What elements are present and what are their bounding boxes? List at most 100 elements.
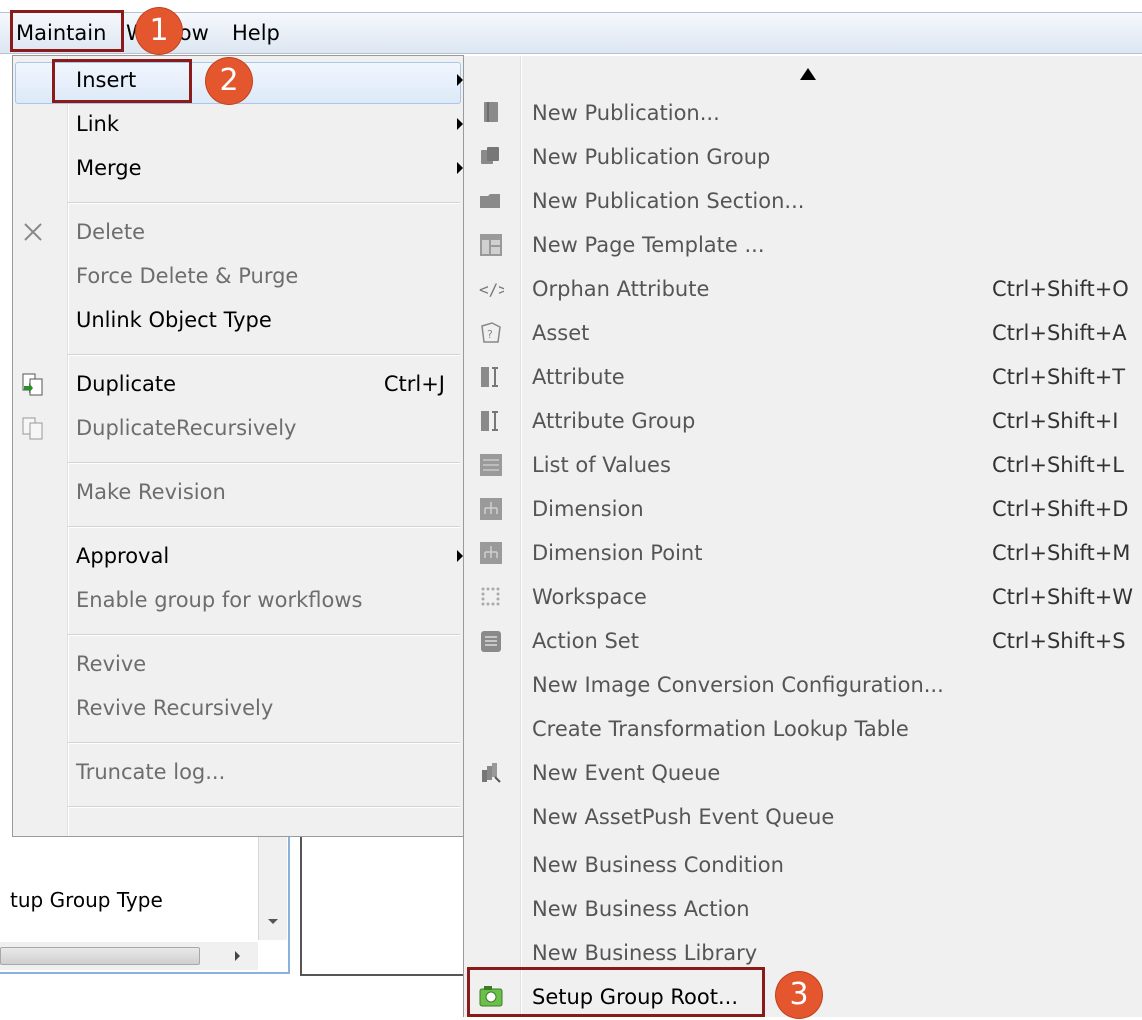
menu-item-label: Link: [76, 112, 120, 136]
callout-box-setup-group-root: [467, 967, 765, 1017]
attribute-group-icon: [481, 411, 498, 431]
vertical-scrollbar[interactable]: [258, 836, 287, 940]
submenu-item[interactable]: Attribute Ctrl+Shift+T: [464, 356, 1142, 400]
submenu-item[interactable]: New Image Conversion Configuration...: [464, 664, 1142, 708]
submenu-item[interactable]: New Publication...: [464, 92, 1142, 136]
menu-item-delete[interactable]: Delete: [13, 212, 463, 252]
asset-icon: ?: [481, 322, 501, 343]
submenu-item-label: Action Set: [532, 629, 639, 653]
submenu-item[interactable]: Dimension Point Ctrl+Shift+M: [464, 532, 1142, 576]
menu-item-force-delete[interactable]: Force Delete & Purge: [13, 256, 463, 296]
submenu-item[interactable]: New Page Template ...: [464, 224, 1142, 268]
menu-item-label: Unlink Object Type: [76, 308, 272, 332]
submenu-item-label: New Page Template ...: [532, 233, 765, 257]
menu-separator: [68, 202, 460, 204]
callout-badge-2: 2: [206, 58, 252, 104]
submenu-item-label: Dimension: [532, 497, 644, 521]
page-template-icon: [480, 234, 502, 256]
menu-separator: [68, 354, 460, 356]
menu-item-label: Enable group for workflows: [76, 588, 363, 612]
submenu-item-label: Attribute: [532, 365, 625, 389]
submenu-item-label: New AssetPush Event Queue: [532, 805, 835, 829]
menu-item-label: Revive Recursively: [76, 696, 274, 720]
shortcut-label: Ctrl+Shift+T: [992, 365, 1126, 389]
event-queue-icon: [482, 763, 501, 783]
workspace-icon: [481, 587, 500, 606]
submenu-item-label: New Business Library: [532, 941, 758, 965]
menu-separator: [68, 634, 460, 636]
submenu-item-label: New Business Action: [532, 897, 750, 921]
callout-badge-3: 3: [776, 972, 822, 1018]
menu-item-approval[interactable]: Approval: [13, 536, 463, 576]
menu-item-label: Revive: [76, 652, 147, 676]
submenu-item[interactable]: Attribute Group Ctrl+Shift+I: [464, 400, 1142, 444]
submenu-item[interactable]: New Business Action: [464, 888, 1142, 932]
background-panel: [300, 836, 470, 976]
attribute-icon: [481, 367, 498, 387]
dimension-icon: [480, 498, 502, 520]
menu-item-merge[interactable]: Merge: [13, 148, 463, 188]
submenu-item-label: Create Transformation Lookup Table: [532, 717, 909, 741]
submenu-item-label: New Event Queue: [532, 761, 721, 785]
shortcut-label: Ctrl+Shift+S: [992, 629, 1126, 653]
submenu-item[interactable]: Action Set Ctrl+Shift+S: [464, 620, 1142, 664]
menu-item-revive[interactable]: Revive: [13, 644, 463, 684]
chevron-right-icon[interactable]: [234, 950, 242, 962]
submenu-item[interactable]: New AssetPush Event Queue: [464, 796, 1142, 840]
menu-item-label: Truncate log...: [76, 760, 226, 784]
action-set-icon: [481, 631, 501, 652]
callout-badge-1: 1: [136, 8, 182, 54]
maintain-menu: Insert Link Merge Delete Force Delete & …: [12, 55, 464, 837]
submenu-item[interactable]: Create Transformation Lookup Table: [464, 708, 1142, 752]
submenu-item[interactable]: New Event Queue: [464, 752, 1142, 796]
submenu-item[interactable]: New Publication Section...: [464, 180, 1142, 224]
submenu-item[interactable]: ? Asset Ctrl+Shift+A: [464, 312, 1142, 356]
submenu-item-label: List of Values: [532, 453, 671, 477]
menu-item-duplicate[interactable]: Duplicate Ctrl+J: [13, 364, 463, 404]
orphan-attribute-icon: </>: [479, 280, 504, 299]
shortcut-label: Ctrl+Shift+D: [992, 497, 1129, 521]
menu-item-duplicate-recursively[interactable]: DuplicateRecursively: [13, 408, 463, 448]
shortcut-label: Ctrl+Shift+O: [992, 277, 1129, 301]
menu-separator: [68, 462, 460, 464]
svg-text:</>: </>: [479, 280, 504, 299]
menu-item-unlink-object-type[interactable]: Unlink Object Type: [13, 300, 463, 340]
duplicate-icon: [22, 373, 43, 396]
publication-group-icon: [481, 147, 499, 164]
delete-x-icon: [24, 223, 42, 241]
menu-item-label: Merge: [76, 156, 142, 180]
scroll-up-arrow-icon[interactable]: [800, 68, 816, 80]
chevron-down-icon[interactable]: [267, 918, 279, 926]
submenu-item[interactable]: List of Values Ctrl+Shift+L: [464, 444, 1142, 488]
menu-separator: [68, 526, 460, 528]
menu-item-label: Delete: [76, 220, 145, 244]
duplicate-recursively-icon: [22, 417, 43, 440]
shortcut-label: Ctrl+Shift+A: [992, 321, 1127, 345]
menu-separator: [68, 806, 460, 808]
submenu-item[interactable]: New Business Condition: [464, 844, 1142, 888]
submenu-item[interactable]: Workspace Ctrl+Shift+W: [464, 576, 1142, 620]
menu-item-enable-group-workflows[interactable]: Enable group for workflows: [13, 580, 463, 620]
scroll-thumb[interactable]: [0, 947, 200, 965]
insert-submenu: New Publication... New Publication Group N…: [463, 56, 1142, 1017]
submenu-item-label: Asset: [532, 321, 590, 345]
submenu-item-label: New Publication Group: [532, 145, 771, 169]
menu-item-truncate-log[interactable]: Truncate log...: [13, 752, 463, 792]
shortcut-label: Ctrl+Shift+W: [992, 585, 1134, 609]
group-type-panel: tup Group Type: [0, 836, 290, 974]
submenu-item[interactable]: New Publication Group: [464, 136, 1142, 180]
menu-item-make-revision[interactable]: Make Revision: [13, 472, 463, 512]
menu-separator: [68, 742, 460, 744]
background-window: tup Group Type: [0, 836, 470, 1017]
submenu-item[interactable]: Dimension Ctrl+Shift+D: [464, 488, 1142, 532]
callout-box-insert: [52, 59, 192, 103]
menu-item-link[interactable]: Link: [13, 104, 463, 144]
horizontal-scrollbar[interactable]: [0, 942, 258, 970]
shortcut-label: Ctrl+Shift+L: [992, 453, 1124, 477]
menu-item-revive-recursively[interactable]: Revive Recursively: [13, 688, 463, 728]
callout-box-maintain: [10, 10, 124, 52]
submenu-item-label: New Publication Section...: [532, 189, 805, 213]
submenu-item[interactable]: </> Orphan Attribute Ctrl+Shift+O: [464, 268, 1142, 312]
svg-text:?: ?: [487, 328, 493, 341]
menu-help[interactable]: Help: [232, 20, 280, 46]
